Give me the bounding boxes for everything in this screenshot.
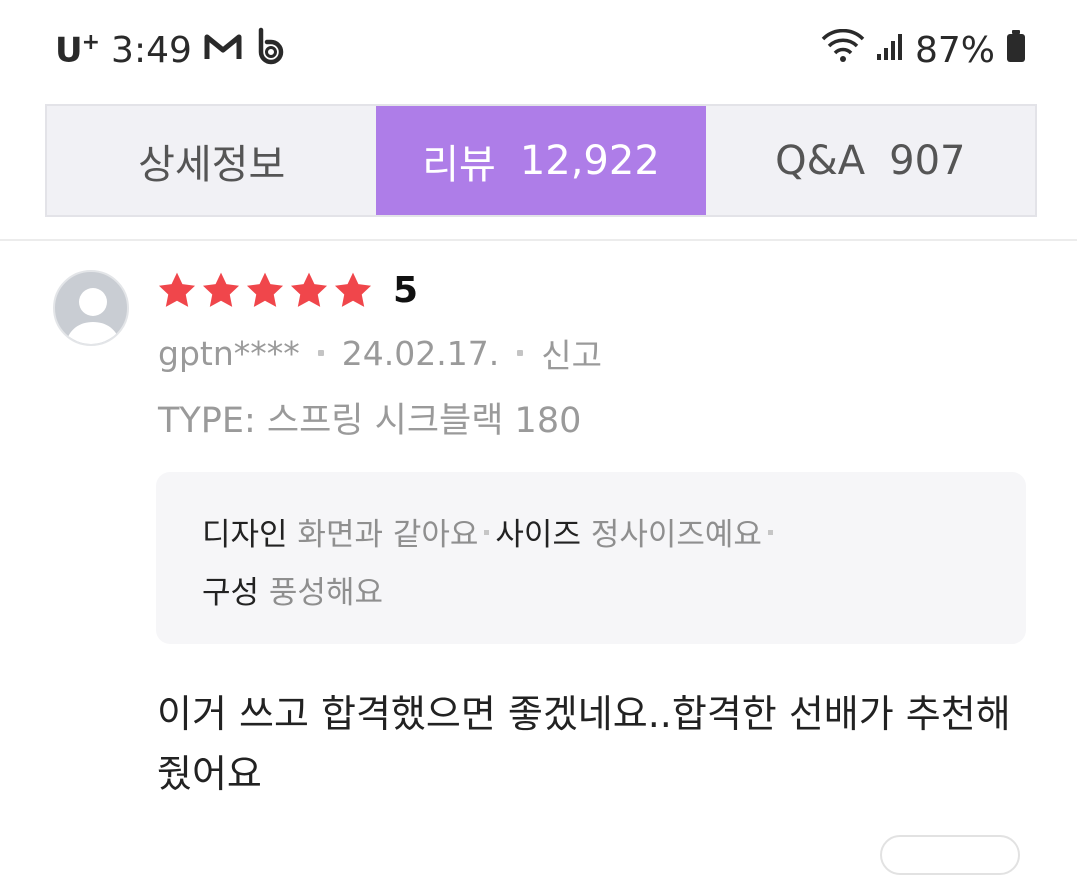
user-silhouette-icon <box>65 288 121 344</box>
reviewer-id: gptn**** <box>158 333 300 373</box>
survey-key-design: 디자인 <box>202 517 288 553</box>
carrier-label: U+ <box>55 29 100 71</box>
purchase-option: TYPE: 스프링 시크블랙 180 <box>158 401 582 441</box>
star-rating <box>156 268 374 314</box>
b-app-icon <box>254 27 288 74</box>
section-divider <box>0 239 1077 241</box>
product-tabs: 상세정보 리뷰 12,922 Q&A 907 <box>45 104 1037 217</box>
separator-dot <box>767 530 773 535</box>
avatar <box>53 270 129 346</box>
review-date: 24.02.17. <box>341 333 500 373</box>
survey-value-size: 정사이즈예요 <box>590 517 762 553</box>
report-link[interactable]: 신고 <box>541 329 602 377</box>
star-icon <box>246 272 284 307</box>
separator-dot <box>484 530 490 535</box>
qna-count: 907 <box>889 137 966 184</box>
separator-dot <box>317 350 324 356</box>
survey-key-composition: 구성 <box>202 575 260 611</box>
signal-icon <box>875 30 905 71</box>
review-meta: gptn**** 24.02.17. 신고 <box>158 330 602 376</box>
review-body: 이거 쓰고 합격했으면 좋겠네요..합격한 선배가 추천해줬어요 <box>157 692 1011 796</box>
rating-value: 5 <box>393 270 419 311</box>
review-count: 12,922 <box>519 137 660 184</box>
battery-percent: 87% <box>914 29 995 71</box>
tab-details[interactable]: 상세정보 <box>47 106 376 215</box>
clock: 3:49 <box>111 29 192 71</box>
tab-qna[interactable]: Q&A 907 <box>706 106 1035 215</box>
battery-icon <box>1005 29 1027 72</box>
survey-value-composition: 풍성해요 <box>268 575 383 611</box>
review-action-button[interactable] <box>880 835 1020 875</box>
star-icon <box>334 272 372 307</box>
survey-value-design: 화면과 같아요 <box>297 517 479 553</box>
star-icon <box>202 272 240 307</box>
gmail-icon <box>204 30 242 71</box>
wifi-icon <box>821 28 865 72</box>
star-icon <box>290 272 328 307</box>
survey-key-size: 사이즈 <box>495 517 581 553</box>
star-icon <box>158 272 196 307</box>
status-bar: U+ 3:49 87% <box>0 0 1077 100</box>
separator-dot <box>517 350 524 356</box>
review-survey: 디자인 화면과 같아요 사이즈 정사이즈예요 구성 풍성해요 <box>156 472 1026 644</box>
tab-reviews[interactable]: 리뷰 12,922 <box>376 106 706 215</box>
